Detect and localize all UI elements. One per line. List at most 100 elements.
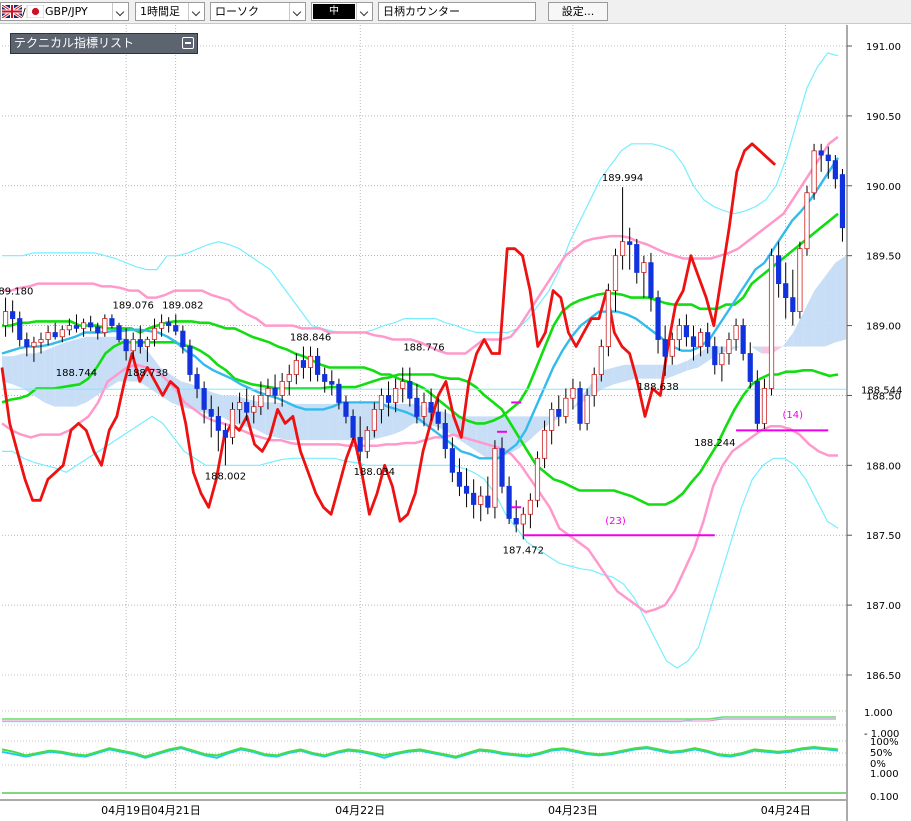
candle: [2, 311, 9, 326]
candle: [740, 325, 746, 354]
candle: [584, 395, 590, 424]
candle: [52, 332, 58, 338]
chart-type-select[interactable]: ローソク: [210, 2, 306, 21]
candle: [563, 397, 569, 417]
sub2-tick-label: 50%: [870, 748, 892, 759]
candle: [364, 429, 370, 452]
candle: [591, 374, 597, 396]
candle: [144, 339, 150, 347]
candle: [612, 255, 619, 292]
toolbar: / GBP/JPY 1時間足 ローソク 中 日柄カウンター 設定...: [0, 0, 911, 24]
candle: [158, 322, 165, 329]
chevron-down-icon[interactable]: [289, 3, 305, 20]
cloud-segment: [329, 403, 340, 441]
candle: [293, 360, 299, 375]
candle: [222, 429, 229, 438]
candle: [726, 339, 732, 354]
minimize-icon[interactable]: [182, 37, 194, 49]
candle: [634, 244, 640, 273]
size-select[interactable]: 中: [311, 2, 373, 21]
price-tick-label: 186.50: [866, 671, 901, 682]
candle: [95, 326, 101, 333]
candle: [797, 248, 803, 312]
price-annotation: 188.846: [290, 333, 331, 344]
candle: [208, 409, 214, 417]
candle: [378, 395, 385, 410]
candle: [527, 499, 533, 515]
candle: [683, 325, 690, 338]
candle: [393, 388, 399, 403]
candle: [385, 395, 392, 403]
candle: [187, 346, 193, 375]
chart-type-label: ローソク: [215, 5, 259, 18]
candle: [442, 422, 448, 449]
candle: [400, 381, 406, 389]
cloud-segment: [33, 350, 45, 403]
chevron-down-icon[interactable]: [112, 3, 128, 20]
candle: [31, 341, 37, 347]
candle: [698, 332, 704, 347]
candle: [88, 322, 94, 328]
candle: [492, 448, 498, 508]
price-annotation: 188.638: [637, 382, 678, 393]
price-tick-label: 189.00: [866, 322, 901, 333]
candle: [719, 353, 725, 366]
candle: [790, 297, 796, 312]
price-annotation: 188.744: [56, 368, 97, 379]
candle: [307, 355, 314, 368]
counter-field[interactable]: 日柄カウンター: [378, 2, 536, 21]
candle: [506, 485, 512, 519]
candle: [556, 409, 562, 417]
time-tick-label: 04月21日: [151, 804, 201, 817]
candle: [761, 388, 768, 424]
candle: [329, 381, 335, 385]
candle: [215, 416, 221, 431]
candle: [478, 495, 484, 505]
candle: [371, 409, 377, 431]
indicator-list-panel[interactable]: テクニカル指標リスト: [10, 33, 198, 54]
candle: [244, 402, 250, 413]
svg-text:/: /: [22, 6, 26, 18]
price-tick-label: 191.00: [866, 42, 901, 53]
candle: [534, 457, 541, 501]
chart: (23) (14) 189.180 189.076 189.082 188.744 188.…: [0, 25, 911, 821]
price-annotation: 188.034: [354, 467, 395, 478]
candle: [662, 339, 668, 357]
candle: [59, 329, 65, 338]
candle: [322, 374, 328, 382]
candle: [258, 395, 264, 408]
candle: [286, 374, 292, 382]
candle: [137, 339, 143, 347]
candle: [747, 353, 753, 382]
candle: [549, 409, 555, 431]
timeframe-select[interactable]: 1時間足: [135, 2, 205, 21]
candle: [839, 174, 846, 229]
candle: [605, 290, 612, 347]
candle: [180, 330, 186, 347]
candle: [407, 381, 413, 399]
chevron-down-icon[interactable]: [188, 3, 204, 20]
time-tick-label: 04月23日: [548, 804, 598, 817]
candle: [804, 192, 810, 250]
candle: [598, 346, 604, 375]
cloud-segment: [613, 364, 625, 385]
candle: [38, 339, 44, 343]
settings-button[interactable]: 設定...: [548, 2, 608, 21]
chevron-down-icon[interactable]: [356, 3, 372, 20]
candle: [130, 339, 136, 352]
price-annotation: 189.180: [0, 286, 33, 297]
price-annotation: 189.076: [113, 300, 154, 311]
cloud-segment: [44, 346, 55, 407]
sub2-tick-label: 0.100: [870, 792, 899, 803]
candle: [463, 485, 470, 494]
price-annotation: 189.082: [162, 300, 203, 311]
candle: [655, 297, 661, 340]
symbol-select[interactable]: / GBP/JPY: [0, 2, 129, 21]
timeframe-label: 1時間足: [140, 5, 180, 18]
candle: [272, 388, 278, 396]
candle: [343, 402, 349, 417]
candle: [832, 160, 838, 180]
size-label: 中: [313, 4, 355, 19]
candle: [173, 325, 179, 332]
candle: [627, 241, 633, 245]
